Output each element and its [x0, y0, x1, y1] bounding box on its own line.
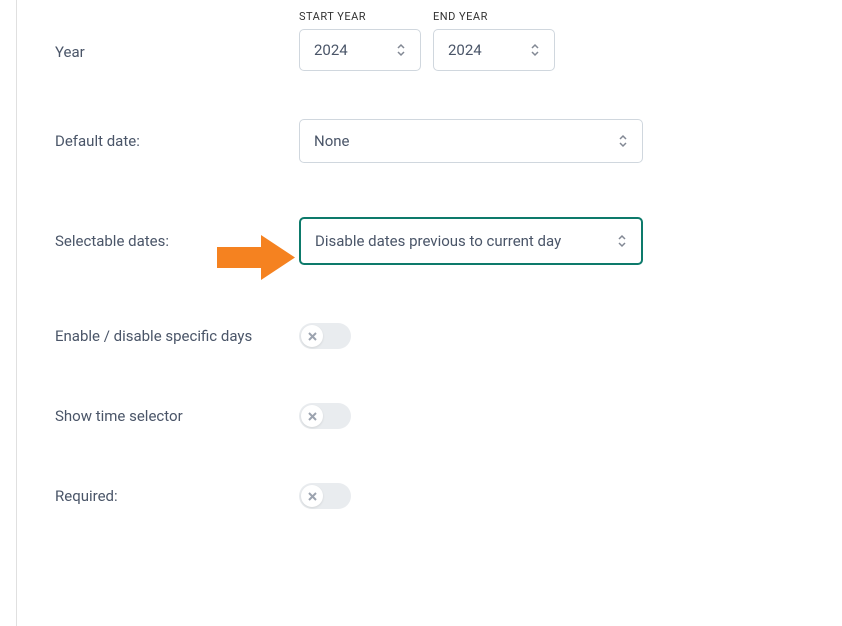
chevron-updown-icon — [396, 43, 406, 57]
chevron-updown-icon — [618, 134, 628, 148]
start-year-label: START YEAR — [299, 10, 421, 23]
start-year-value: 2024 — [314, 41, 348, 59]
required-label: Required: — [55, 487, 299, 505]
show-time-selector-toggle[interactable] — [299, 403, 351, 429]
end-year-dropdown[interactable]: 2024 — [433, 29, 555, 71]
default-date-dropdown[interactable]: None — [299, 119, 643, 163]
end-year-value: 2024 — [448, 41, 482, 59]
default-date-value: None — [314, 132, 350, 150]
show-time-selector-label: Show time selector — [55, 407, 299, 425]
default-date-label: Default date: — [55, 132, 299, 150]
year-label: Year — [55, 43, 299, 71]
start-year-dropdown[interactable]: 2024 — [299, 29, 421, 71]
selectable-dates-label: Selectable dates: — [55, 232, 299, 250]
end-year-label: END YEAR — [433, 10, 555, 23]
close-icon — [308, 332, 317, 341]
close-icon — [308, 412, 317, 421]
selectable-dates-dropdown[interactable]: Disable dates previous to current day — [299, 217, 643, 265]
enable-disable-days-label: Enable / disable specific days — [55, 327, 299, 345]
close-icon — [308, 492, 317, 501]
enable-disable-days-toggle[interactable] — [299, 323, 351, 349]
chevron-updown-icon — [530, 43, 540, 57]
required-toggle[interactable] — [299, 483, 351, 509]
chevron-updown-icon — [617, 234, 627, 248]
selectable-dates-value: Disable dates previous to current day — [315, 232, 561, 250]
